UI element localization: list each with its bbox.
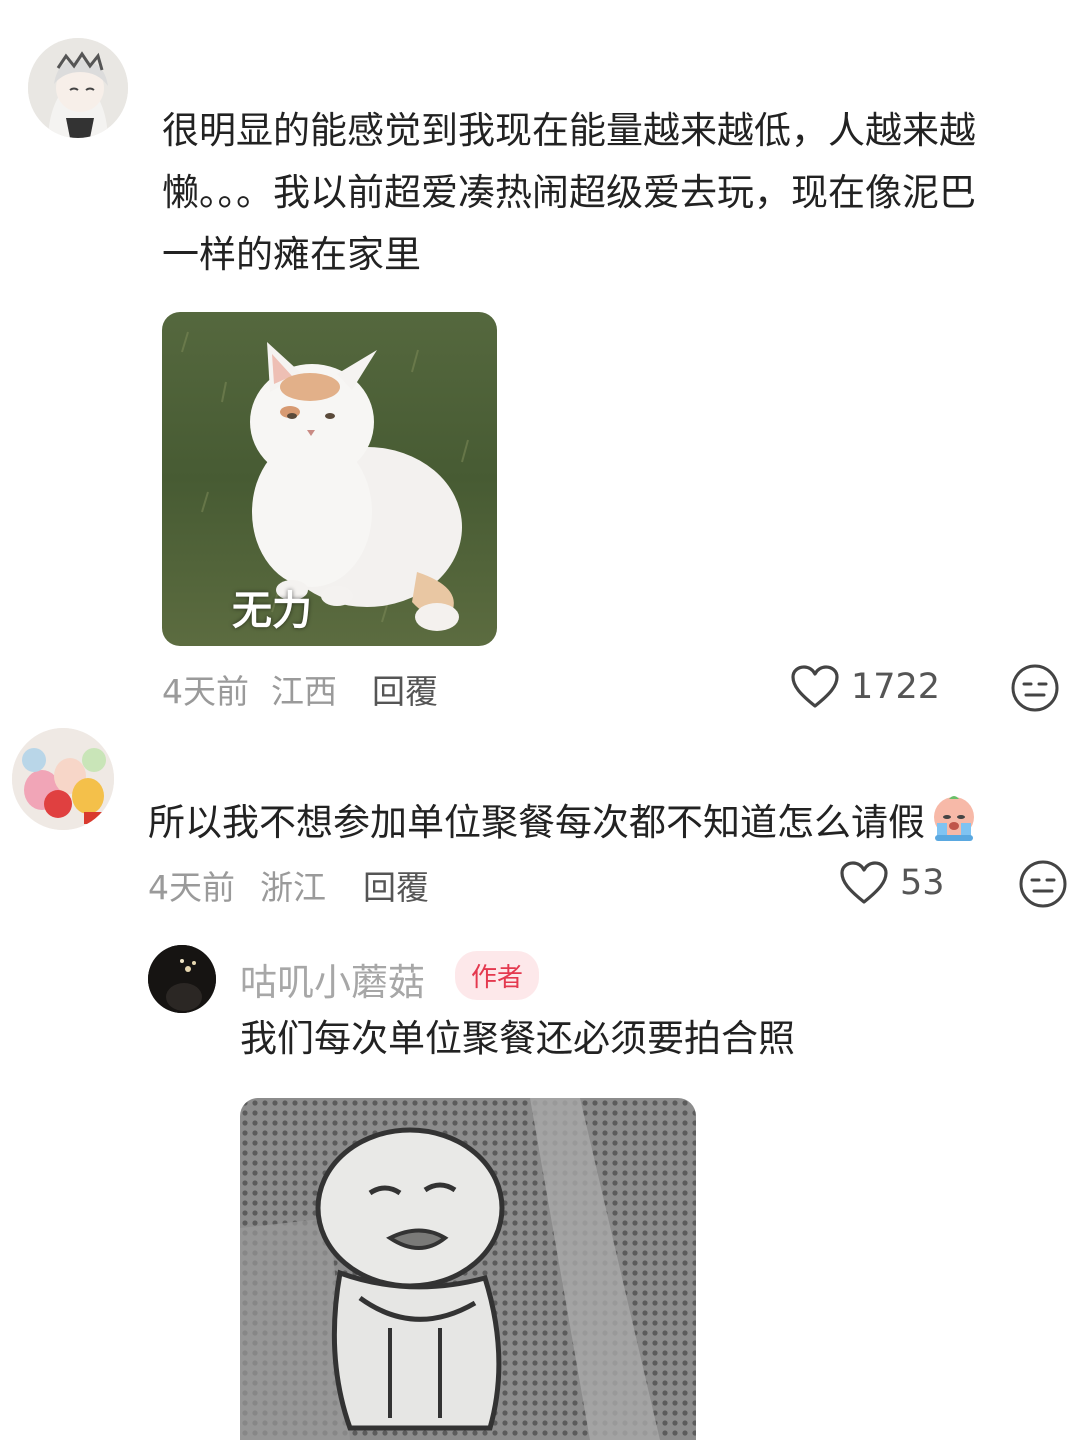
heart-icon[interactable] (839, 860, 889, 910)
heart-icon[interactable] (790, 664, 840, 714)
comment-time: 4天前 (162, 672, 249, 711)
comment-location: 浙江 (260, 868, 326, 907)
reply-author-name[interactable]: 咕叽小蘑菇 (240, 952, 425, 1006)
reply-button[interactable]: 回覆 (363, 861, 429, 909)
avatar[interactable] (148, 945, 216, 1013)
avatar-plush-toys-icon (12, 728, 114, 830)
like-count: 1722 (851, 667, 941, 707)
comment-text-line: 很明显的能感觉到我现在能量越来越低，人越来越 (162, 109, 976, 152)
crying-face-emoji (929, 793, 979, 862)
comment-text-line: 懒。。。我以前超爱凑热闹超级爱去玩，现在像泥巴 (162, 171, 976, 214)
like-count: 53 (900, 863, 945, 903)
comment-text: 所以我不想参加单位聚餐每次都不知道怎么请假 (148, 792, 1048, 862)
neutral-face-icon[interactable] (1018, 859, 1068, 913)
cat-photo-image (162, 312, 497, 646)
reply-text: 我们每次单位聚餐还必须要拍合照 (240, 1017, 795, 1060)
avatar[interactable] (28, 38, 128, 138)
neutral-face-icon[interactable] (1010, 663, 1060, 717)
reply-button[interactable]: 回覆 (372, 665, 438, 713)
image-caption: 无力 (232, 588, 312, 634)
comment-text-line: 一样的瘫在家里 (162, 233, 421, 276)
comment-text: 很明显的能感觉到我现在能量越来越低，人越来越 懒。。。我以前超爱凑热闹超级爱去玩… (162, 100, 1042, 286)
comment-location: 江西 (271, 672, 337, 711)
avatar-dark-photo-icon (148, 945, 216, 1013)
comment-text-content: 所以我不想参加单位聚餐每次都不知道怎么请假 (148, 801, 925, 844)
comment-image-cat[interactable]: 无力 (162, 312, 497, 646)
comment-time: 4天前 (148, 868, 235, 907)
meme-sticker-image (240, 1098, 696, 1440)
reply-image-meme[interactable] (240, 1098, 696, 1440)
author-badge: 作者 (455, 951, 540, 1000)
avatar[interactable] (12, 728, 114, 830)
avatar-anime-girl-icon (28, 38, 128, 138)
